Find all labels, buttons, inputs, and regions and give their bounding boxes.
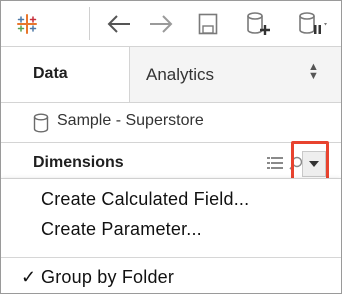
data-source-row[interactable]: Sample - Superstore (1, 103, 341, 143)
list-view-icon[interactable] (267, 157, 283, 169)
toolbar (1, 1, 341, 47)
toolbar-separator (89, 7, 90, 40)
pane-tabs: Data Analytics ▲ ▼ (1, 47, 341, 103)
dimensions-dropdown-menu: Create Calculated Field... Create Parame… (1, 178, 341, 293)
dimensions-label: Dimensions (33, 154, 124, 171)
tab-analytics[interactable]: Analytics ▲ ▼ (130, 47, 341, 102)
tab-data[interactable]: Data (1, 47, 130, 102)
tab-data-label: Data (33, 65, 68, 82)
save-icon[interactable] (191, 1, 225, 46)
menu-separator (1, 257, 341, 258)
database-icon (33, 113, 49, 133)
sort-updown-icon[interactable]: ▲ ▼ (308, 62, 319, 82)
tab-analytics-label: Analytics (146, 65, 215, 84)
menu-item-group-by-folder[interactable]: Group by Folder (41, 267, 174, 288)
forward-arrow-icon[interactable] (141, 1, 181, 46)
menu-item-create-parameter[interactable]: Create Parameter... (41, 219, 202, 240)
tableau-logo-icon[interactable] (7, 1, 47, 46)
back-arrow-icon[interactable] (99, 1, 139, 46)
pause-updates-icon[interactable] (293, 1, 333, 46)
new-data-source-icon[interactable] (239, 1, 279, 46)
data-pane-frame: Data Analytics ▲ ▼ Sample - Superstore Di… (0, 0, 342, 294)
checkmark-icon: ✓ (21, 267, 37, 287)
menu-item-create-calculated-field[interactable]: Create Calculated Field... (41, 189, 249, 210)
highlight-box (291, 141, 329, 182)
data-source-name: Sample - Superstore (57, 112, 204, 129)
dimensions-header: Dimensions (1, 143, 341, 183)
